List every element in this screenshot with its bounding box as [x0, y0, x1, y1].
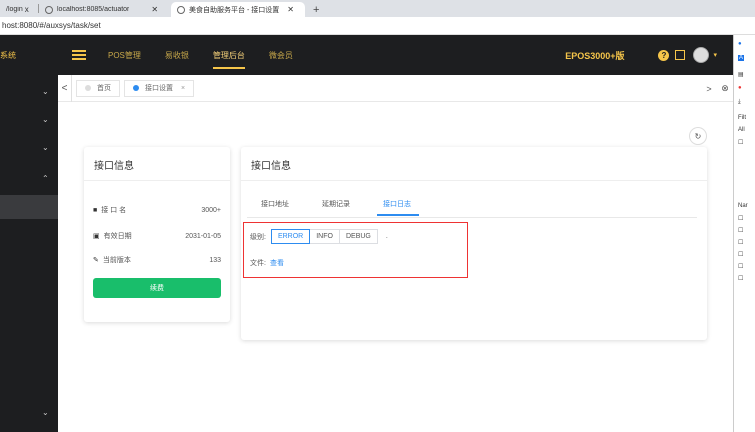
tab-divider	[247, 217, 697, 218]
record-icon[interactable]: ●	[738, 85, 742, 91]
info-row-version: ✎ 当前版本 133	[93, 255, 221, 265]
all-label: All	[738, 127, 745, 133]
info-value: 133	[209, 256, 221, 264]
help-icon[interactable]: ?	[658, 49, 670, 61]
info-value: 3000+	[201, 206, 221, 214]
checkbox[interactable]: ☐	[738, 251, 743, 258]
tabs-next-button[interactable]: >	[701, 84, 717, 94]
top-navigation: 系统 POS管理 易收银 管理后台 微会员 EPOS3000+版 ? ▾	[0, 35, 733, 75]
close-icon[interactable]: ✕	[151, 5, 158, 14]
avatar[interactable]	[693, 47, 710, 63]
interface-info-card: 接口信息 ■ 接 口 名 3000+ ▣ 有效日期 2031-01-05 ✎ 当前版本…	[84, 147, 230, 322]
tab-label: 接口设置	[145, 85, 173, 92]
chevron-down-icon[interactable]: ⌄	[42, 87, 50, 96]
chevron-up-icon[interactable]: ⌃	[42, 174, 50, 183]
account-version: EPOS3000+版	[565, 50, 625, 61]
nav-item-pos[interactable]: POS管理	[108, 35, 141, 75]
sidebar: ⌄ ⌄ ⌄ ⌃ ⌄	[0, 75, 58, 432]
info-value: 2031-01-05	[185, 232, 221, 240]
detail-tabs: 接口地址 延期记录 接口日志	[251, 199, 444, 216]
browser-tab-label: localhost:8085/actuator	[57, 6, 130, 13]
nav-item-admin[interactable]: 管理后台	[212, 35, 245, 75]
address-text: host:8080/#/auxsys/task/set	[2, 21, 101, 30]
close-icon[interactable]: ✕	[287, 5, 294, 14]
checkbox[interactable]: ☐	[738, 227, 743, 234]
tab-interface-log[interactable]: 接口日志	[377, 199, 419, 216]
checkbox[interactable]: ☐	[738, 263, 743, 270]
panel-icon[interactable]: ▤	[738, 71, 744, 78]
tab-dot-icon	[85, 85, 91, 91]
tab-dot-icon	[133, 85, 139, 91]
address-bar[interactable]: host:8080/#/auxsys/task/set	[0, 17, 755, 35]
tab-interface-address[interactable]: 接口地址	[261, 199, 289, 213]
card-title: 接口信息	[84, 147, 230, 181]
wrench-icon: ✎	[93, 257, 99, 264]
nav-item-member[interactable]: 微会员	[269, 35, 293, 75]
checkbox[interactable]: ☐	[738, 239, 743, 246]
view-file-link[interactable]: 查看	[270, 260, 284, 267]
browser-tab-label: 美食自助服务平台 - 接口设置	[189, 6, 280, 14]
checkbox[interactable]: ☐	[738, 275, 743, 282]
level-debug-button[interactable]: DEBUG	[338, 229, 378, 244]
globe-icon	[177, 5, 185, 14]
globe-icon	[45, 5, 53, 14]
close-all-tabs-icon[interactable]: ⊗	[717, 83, 733, 94]
chevron-down-icon[interactable]: ▾	[713, 51, 717, 59]
new-tab-button[interactable]: +	[305, 2, 327, 17]
close-icon[interactable]: x	[25, 5, 29, 14]
chevron-down-icon[interactable]: ⌄	[42, 143, 50, 152]
level-info-button[interactable]: INFO	[309, 229, 340, 244]
file-label: 文件:	[250, 260, 266, 267]
checkbox[interactable]: ☐	[738, 139, 743, 146]
sidebar-item-active[interactable]	[0, 195, 58, 219]
level-suffix: .	[385, 233, 388, 240]
name-label: Nar	[738, 203, 748, 209]
chevron-down-icon[interactable]: ⌄	[42, 115, 50, 124]
browser-tab-login[interactable]: /login x	[0, 2, 38, 17]
renew-button[interactable]: 续费	[93, 278, 221, 298]
card-title: 接口信息	[241, 147, 707, 181]
fullscreen-icon[interactable]	[675, 50, 686, 60]
filter-label: Filt	[738, 115, 746, 121]
log-file-row: 文件: 查看	[250, 258, 284, 268]
download-icon[interactable]: ⤓	[738, 99, 741, 106]
info-row-name: ■ 接 口 名 3000+	[93, 205, 221, 215]
info-row-expiry: ▣ 有效日期 2031-01-05	[93, 231, 221, 241]
extension-icon[interactable]: A	[738, 55, 745, 61]
browser-tab-actuator[interactable]: localhost:8085/actuator ✕	[39, 2, 171, 17]
level-error-button[interactable]: ERROR	[270, 229, 311, 244]
devtools-panel: ● A ▤ ● ⤓ Filt All ☐ Nar ☐ ☐ ☐ ☐ ☐ ☐	[733, 35, 755, 432]
tabs-right-controls: > ⊗	[701, 75, 733, 102]
browser-tab-label: /login	[6, 6, 23, 13]
book-icon: ■	[93, 206, 98, 214]
close-icon[interactable]: ×	[181, 85, 185, 92]
tab-label: 首页	[97, 85, 111, 92]
nav-right-group: EPOS3000+版 ? ▾	[565, 35, 717, 75]
tabs-prev-button[interactable]: <	[58, 74, 72, 102]
tab-extension-records[interactable]: 延期记录	[322, 199, 350, 213]
info-label: 接 口 名	[101, 207, 127, 214]
info-icon[interactable]: ●	[738, 41, 742, 47]
checkbox[interactable]: ☐	[738, 215, 743, 222]
interface-detail-card: 接口信息 接口地址 延期记录 接口日志 级别: ERROR INFO DEBUG…	[241, 147, 707, 340]
tab-interface-settings[interactable]: 接口设置 ×	[124, 79, 195, 97]
log-level-row: 级别: ERROR INFO DEBUG .	[250, 229, 388, 244]
level-label: 级别:	[250, 233, 266, 241]
menu-toggle-icon[interactable]	[72, 48, 86, 62]
refresh-icon[interactable]: ↻	[689, 127, 707, 145]
chevron-down-icon[interactable]: ⌄	[42, 408, 50, 417]
info-label: 有效日期	[103, 233, 132, 240]
brand-title: 系统	[0, 50, 16, 60]
browser-tab-active[interactable]: 美食自助服务平台 - 接口设置 ✕	[171, 2, 305, 17]
browser-tab-strip: /login x localhost:8085/actuator ✕ 美食自助服…	[0, 0, 755, 17]
page-tabs-bar: < 首页 接口设置 × > ⊗	[58, 74, 733, 102]
info-label: 当前版本	[102, 257, 131, 264]
tab-home[interactable]: 首页	[76, 79, 120, 97]
calendar-icon: ▣	[93, 233, 100, 240]
nav-item-cashier[interactable]: 易收银	[165, 35, 189, 75]
